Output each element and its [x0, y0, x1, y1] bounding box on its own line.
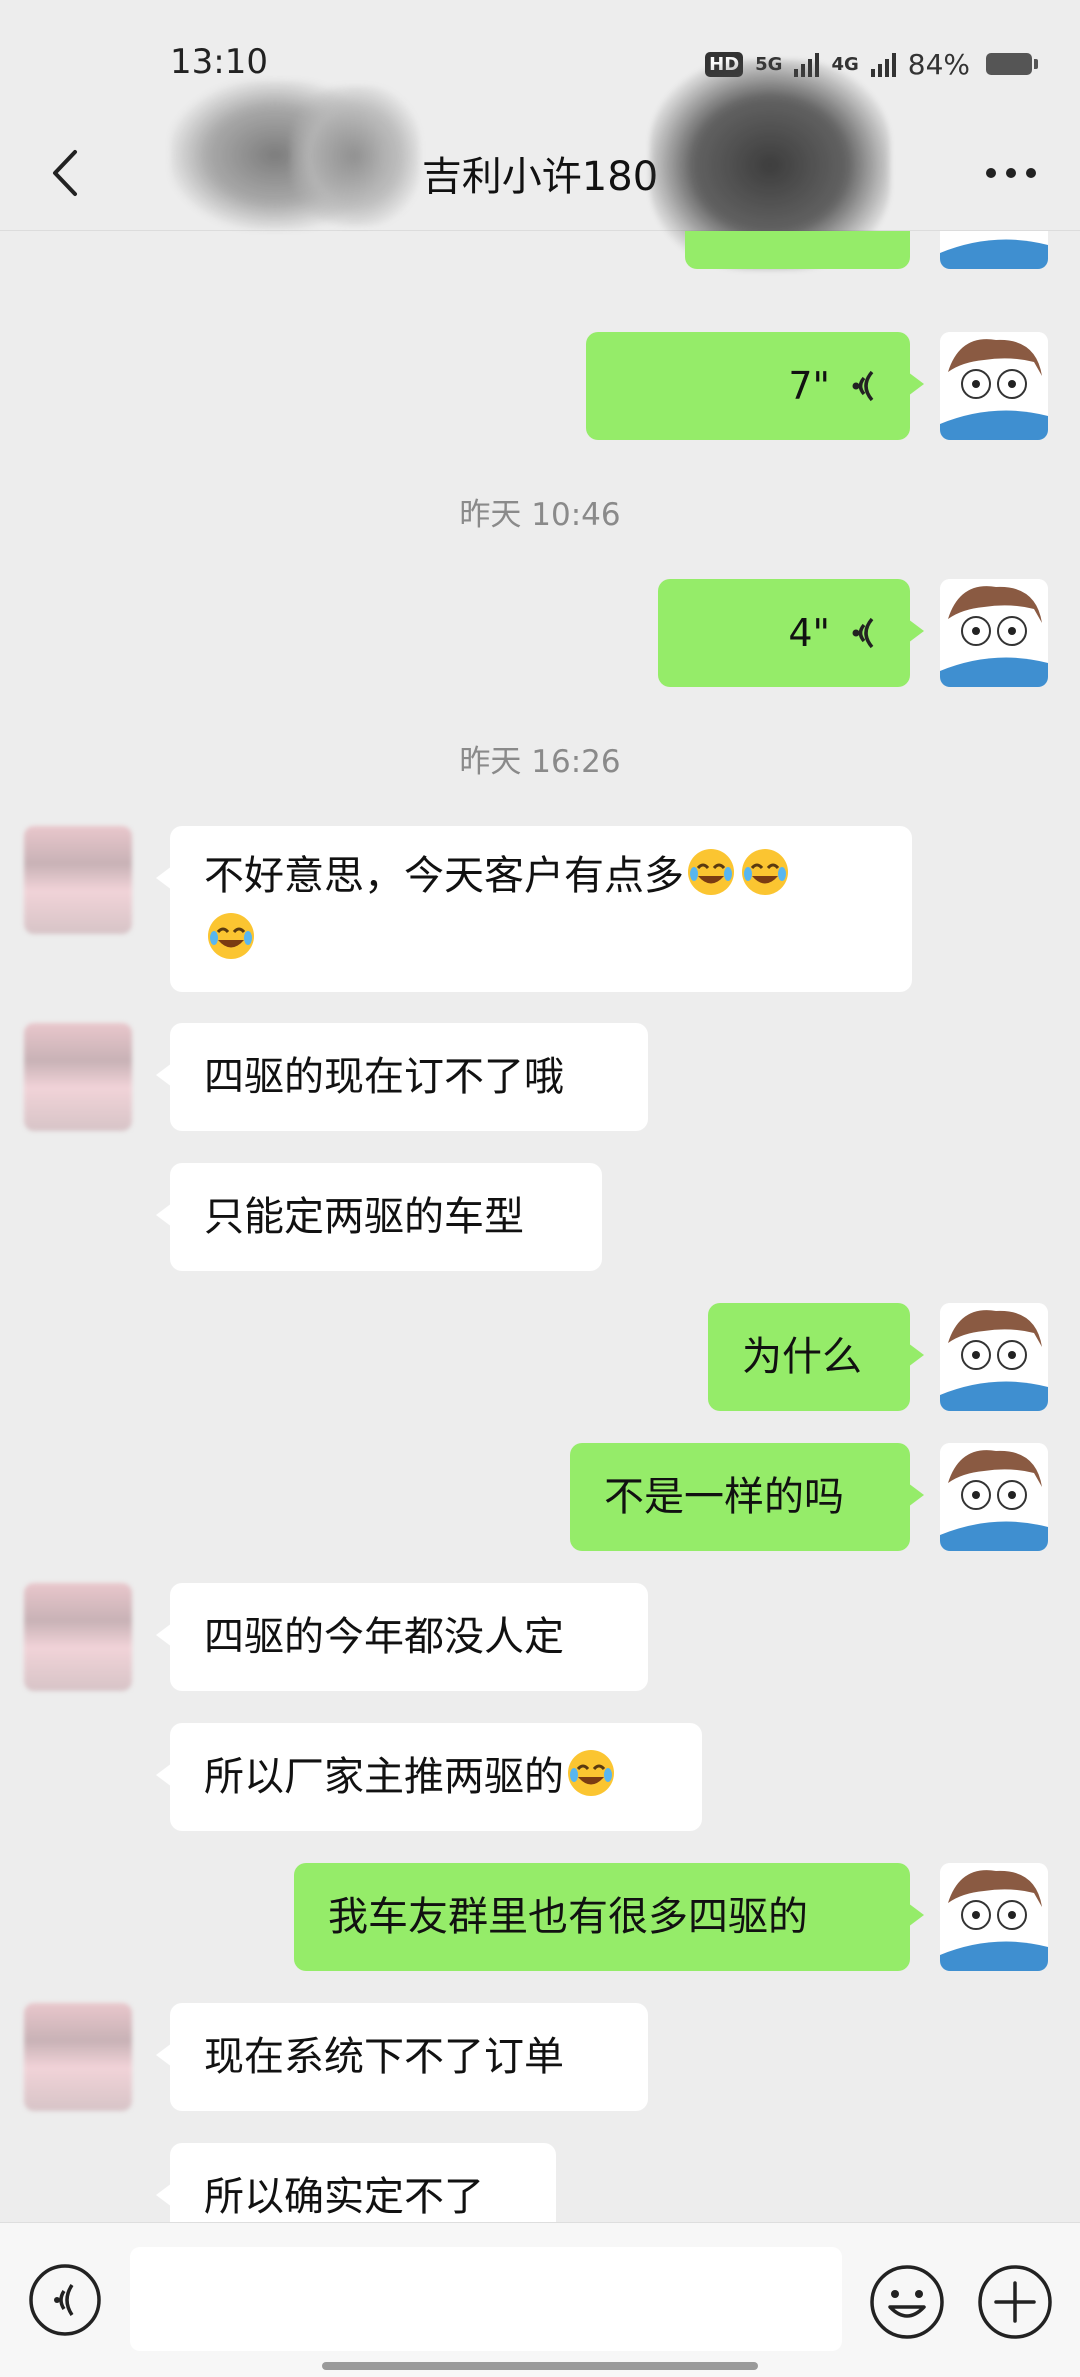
- tears-of-joy-emoji: [208, 913, 254, 959]
- input-bar: [0, 2222, 1080, 2377]
- avatar[interactable]: [940, 1863, 1048, 1971]
- message-text: 我车友群里也有很多四驱的: [328, 1894, 808, 1940]
- message-text: 不是一样的吗: [604, 1474, 844, 1520]
- battery-percent: 84%: [907, 47, 970, 81]
- battery-icon: [986, 53, 1038, 75]
- smile-icon: [870, 2265, 944, 2339]
- more-functions-button[interactable]: [976, 2263, 1054, 2341]
- message-bubble[interactable]: 现在系统下不了订单: [156, 2003, 648, 2111]
- avatar-illustration: [940, 579, 1048, 687]
- avatar-illustration: [940, 332, 1048, 440]
- message-bubble[interactable]: 不好意思，今天客户有点多: [156, 826, 912, 992]
- tears-of-joy-emoji: [688, 849, 734, 895]
- voice-wave-icon: [852, 617, 874, 649]
- message-text: 四驱的现在订不了哦: [204, 1054, 564, 1100]
- message-bubble[interactable]: 所以厂家主推两驱的: [156, 1723, 702, 1831]
- voice-message-bubble[interactable]: 4": [658, 579, 924, 687]
- message-bubble[interactable]: 四驱的现在订不了哦: [156, 1023, 648, 1131]
- voice-duration: 7": [788, 364, 830, 408]
- status-bar: 13:10 HD 5G 4G 84%: [0, 0, 1080, 130]
- avatar-illustration: [940, 1443, 1048, 1551]
- chat-header: 吉利小许180: [0, 120, 1080, 231]
- message-list[interactable]: 7" 昨天 10:46 4" 昨天 16:26 不好意思，今天客户有点多 四驱的…: [0, 231, 1080, 2231]
- tears-of-joy-emoji: [742, 849, 788, 895]
- emoji-button[interactable]: [868, 2263, 946, 2341]
- avatar[interactable]: [24, 1023, 132, 1131]
- message-input[interactable]: [130, 2247, 842, 2351]
- avatar[interactable]: [940, 1443, 1048, 1551]
- avatar[interactable]: [940, 231, 1048, 269]
- message-timestamp: 昨天 16:26: [459, 744, 621, 780]
- message-bubble[interactable]: 只能定两驱的车型: [156, 1163, 602, 1271]
- avatar-illustration: [940, 1303, 1048, 1411]
- avatar[interactable]: [940, 1303, 1048, 1411]
- avatar[interactable]: [24, 1583, 132, 1691]
- more-button[interactable]: [976, 138, 1046, 208]
- message-text: 不好意思，今天客户有点多: [204, 853, 684, 899]
- plus-circle-icon: [978, 2265, 1052, 2339]
- avatar[interactable]: [24, 2003, 132, 2111]
- message-text: 为什么: [742, 1334, 862, 1380]
- avatar-illustration: [940, 1863, 1048, 1971]
- message-bubble[interactable]: 四驱的今年都没人定: [156, 1583, 648, 1691]
- voice-message-bubble[interactable]: 7": [586, 332, 924, 440]
- voice-input-button[interactable]: [28, 2263, 102, 2337]
- message-bubble[interactable]: 不是一样的吗: [570, 1443, 924, 1551]
- status-time: 13:10: [170, 42, 268, 82]
- avatar[interactable]: [940, 579, 1048, 687]
- avatar[interactable]: [940, 332, 1048, 440]
- message-text: 所以确实定不了: [204, 2174, 484, 2220]
- avatar[interactable]: [24, 826, 132, 934]
- more-dots-icon: [986, 168, 1036, 178]
- voice-wave-icon: [29, 2264, 101, 2336]
- voice-wave-icon: [852, 370, 874, 402]
- voice-duration: 4": [788, 611, 830, 655]
- home-indicator[interactable]: [322, 2362, 758, 2370]
- signal-4g-icon: [870, 51, 896, 77]
- message-bubble[interactable]: [685, 231, 910, 269]
- message-timestamp: 昨天 10:46: [459, 497, 621, 533]
- message-text: 所以厂家主推两驱的: [204, 1754, 564, 1800]
- message-bubble[interactable]: 我车友群里也有很多四驱的: [294, 1863, 924, 1971]
- avatar-illustration: [940, 231, 1048, 269]
- redaction-mark: [290, 86, 420, 226]
- message-text: 只能定两驱的车型: [204, 1194, 524, 1240]
- message-text: 现在系统下不了订单: [204, 2034, 564, 2080]
- message-bubble[interactable]: 所以确实定不了: [156, 2143, 556, 2231]
- tears-of-joy-emoji: [568, 1750, 614, 1796]
- message-bubble[interactable]: 为什么: [708, 1303, 924, 1411]
- message-text: 四驱的今年都没人定: [204, 1614, 564, 1660]
- chat-title[interactable]: 吉利小许180: [0, 144, 1080, 202]
